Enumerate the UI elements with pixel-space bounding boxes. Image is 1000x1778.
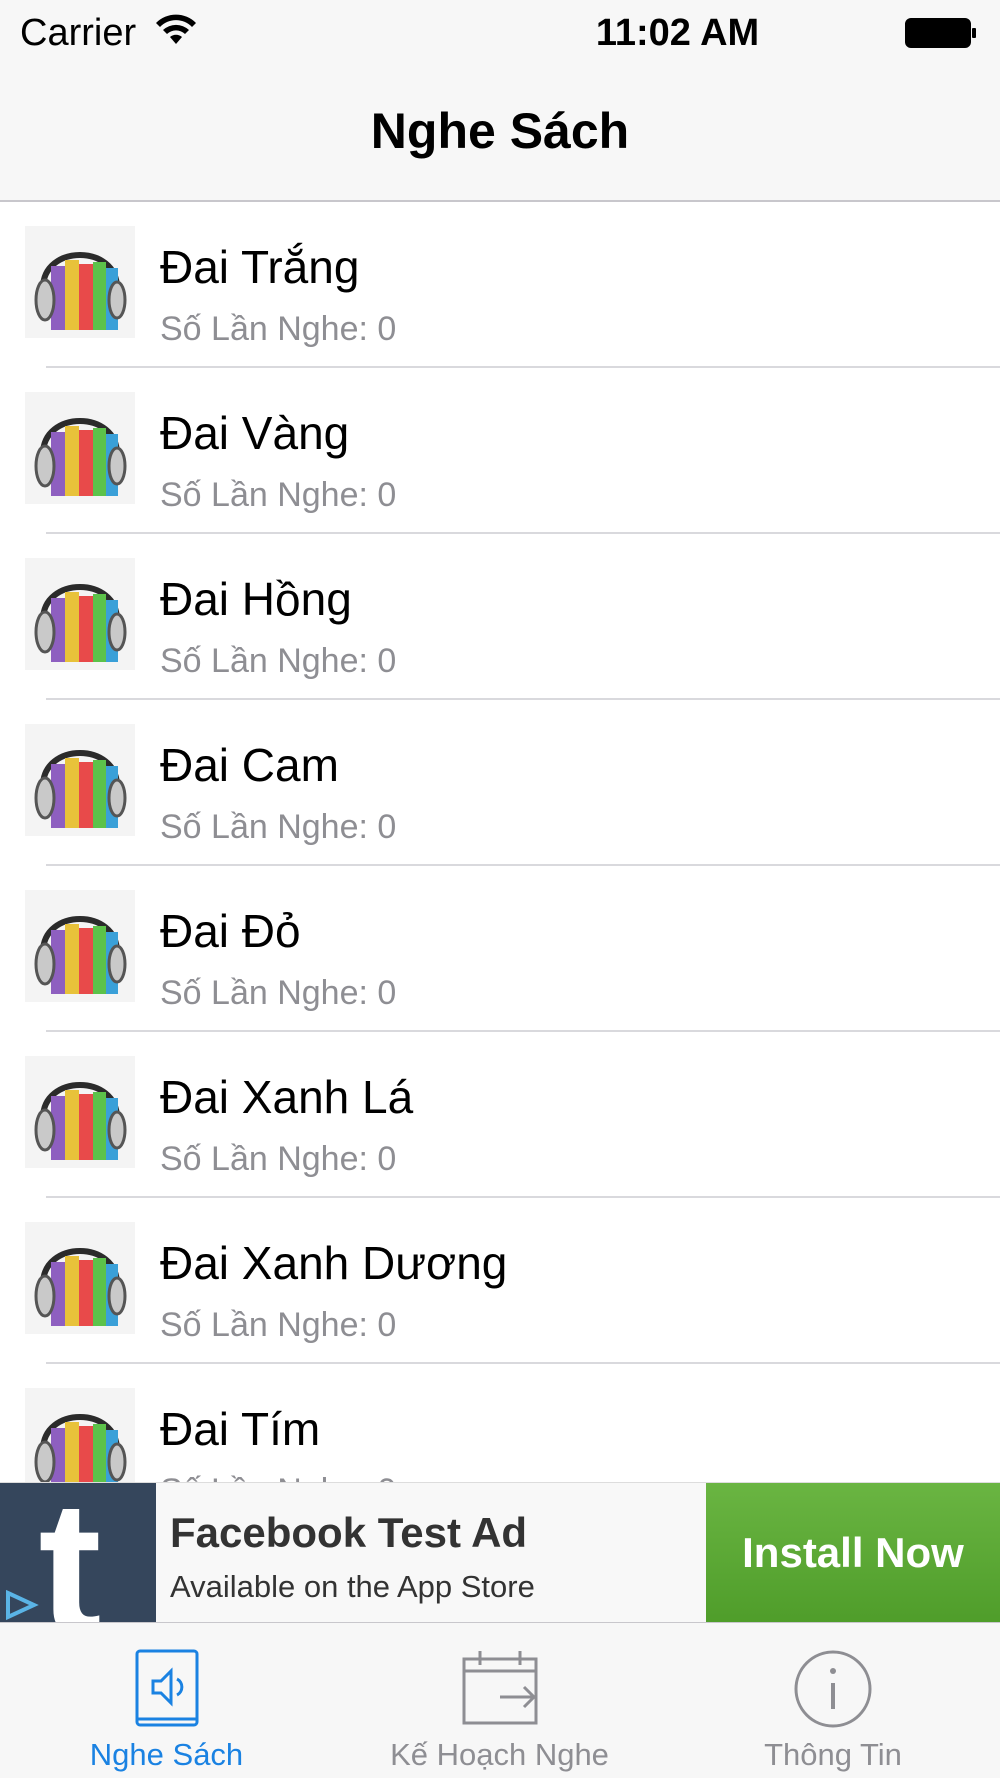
tab-bar: Nghe Sách Kế Hoạch Nghe Thông Tin — [0, 1622, 1000, 1778]
clock: 11:02 AM — [595, 12, 760, 54]
ad-title: Facebook Test Ad — [170, 1509, 528, 1556]
audiobook-headphones-icon — [25, 1388, 135, 1482]
tab-label: Nghe Sách — [89, 1737, 244, 1772]
install-now-button[interactable]: Install Now — [706, 1483, 1000, 1623]
tab-thong-tin[interactable]: Thông Tin — [666, 1623, 1000, 1778]
battery-icon — [905, 18, 976, 48]
info-icon — [794, 1650, 872, 1728]
list-item[interactable]: Đai Vàng Số Lần Nghe: 0 — [0, 368, 1000, 534]
list-item[interactable]: Đai Đỏ Số Lần Nghe: 0 — [0, 866, 1000, 1032]
tab-label: Kế Hoạch Nghe — [390, 1737, 609, 1772]
list-item-title: Đai Tím — [160, 1403, 321, 1455]
status-bar: Carrier 11:02 AM — [0, 0, 1000, 68]
list-item[interactable]: Đai Xanh Dương Số Lần Nghe: 0 — [0, 1198, 1000, 1364]
list-item-title: Đai Vàng — [160, 407, 350, 459]
list-item[interactable]: Đai Trắng Số Lần Nghe: 0 — [0, 202, 1000, 368]
list-item-subtitle: Số Lần Nghe: 0 — [160, 974, 397, 1012]
audiobook-headphones-icon — [25, 558, 135, 670]
list-item[interactable]: Đai Tím Số Lần Nghe: 0 — [0, 1364, 1000, 1482]
list-item-subtitle: Số Lần Nghe: 0 — [160, 1140, 397, 1178]
list-item-title: Đai Xanh Dương — [160, 1237, 508, 1289]
audiobook-headphones-icon — [25, 1056, 135, 1168]
list-item-subtitle: Số Lần Nghe: 0 — [160, 476, 397, 514]
audiobook-list[interactable]: Đai Trắng Số Lần Nghe: 0 Đai Vàng Số Lần… — [0, 202, 1000, 1482]
list-item-subtitle: Số Lần Nghe: 0 — [160, 1306, 397, 1344]
ad-choices-icon[interactable] — [0, 1587, 44, 1623]
list-item-title: Đai Xanh Lá — [160, 1071, 414, 1123]
ad-banner[interactable]: t Facebook Test Ad Available on the App … — [0, 1482, 1000, 1623]
tab-ke-hoach-nghe[interactable]: Kế Hoạch Nghe — [333, 1623, 666, 1778]
audiobook-headphones-icon — [25, 226, 135, 338]
list-item-subtitle: Số Lần Nghe: 0 — [160, 310, 397, 348]
ad-app-logo: t — [0, 1483, 156, 1623]
page-title: Nghe Sách — [370, 103, 630, 159]
list-item-title: Đai Đỏ — [160, 905, 301, 957]
audiobook-headphones-icon — [25, 724, 135, 836]
navigation-bar: Nghe Sách — [0, 68, 1000, 202]
list-item-title: Đai Hồng — [160, 573, 352, 625]
list-item-title: Đai Trắng — [160, 241, 360, 293]
list-item[interactable]: Đai Cam Số Lần Nghe: 0 — [0, 700, 1000, 866]
list-item[interactable]: Đai Hồng Số Lần Nghe: 0 — [0, 534, 1000, 700]
list-item[interactable]: Đai Xanh Lá Số Lần Nghe: 0 — [0, 1032, 1000, 1198]
audiobook-headphones-icon — [25, 392, 135, 504]
list-item-subtitle: Số Lần Nghe: 0 — [160, 642, 397, 680]
ad-subtitle: Available on the App Store — [170, 1569, 535, 1604]
audiobook-headphones-icon — [25, 890, 135, 1002]
tab-label: Thông Tin — [764, 1737, 902, 1772]
calendar-schedule-icon — [462, 1651, 537, 1725]
audiobook-speaker-icon — [135, 1649, 198, 1727]
list-item-subtitle: Số Lần Nghe: 0 — [160, 1472, 396, 1482]
tab-nghe-sach[interactable]: Nghe Sách — [0, 1623, 333, 1778]
audiobook-headphones-icon — [25, 1222, 135, 1334]
svg-text:t: t — [38, 1483, 101, 1623]
list-item-title: Đai Cam — [160, 739, 339, 791]
list-item-subtitle: Số Lần Nghe: 0 — [160, 808, 397, 846]
